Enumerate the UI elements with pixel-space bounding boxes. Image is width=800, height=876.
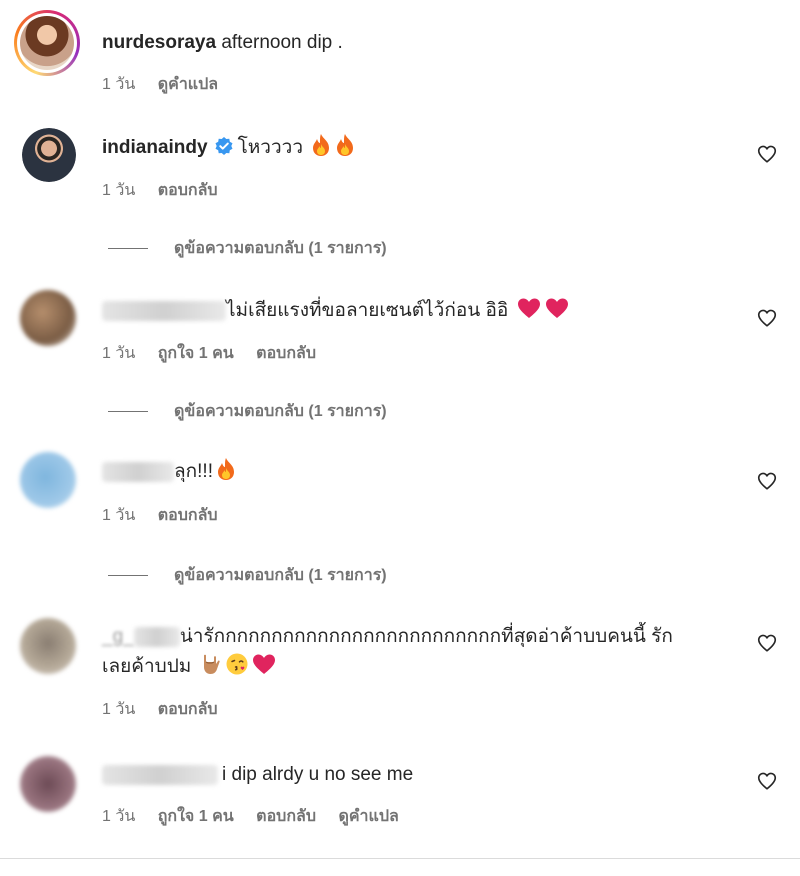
comment-text-line: ไม่เสียแรงที่ขอลายเซนต์ไว้ก่อน อิอิ (102, 296, 570, 326)
verified-badge-icon (215, 137, 233, 155)
fire-emoji-icon (217, 458, 234, 480)
hidden-username[interactable] (102, 300, 226, 321)
likes-count[interactable]: ถูกใจ 1 คน (158, 808, 234, 825)
comment-meta: 1 วัน ถูกใจ 1 คน ตอบกลับ ดูคำแปล (102, 804, 417, 829)
comment-text-line: ลุก!!! (102, 457, 237, 487)
view-replies-label: ดูข้อความตอบกลับ (1 รายการ) (174, 567, 387, 584)
replies-divider-line (108, 575, 148, 577)
hidden-username[interactable] (102, 764, 218, 785)
like-heart-icon[interactable] (756, 770, 778, 792)
comment-meta: 1 วัน ตอบกลับ (102, 697, 236, 722)
comment-time: 1 วัน (102, 507, 136, 524)
like-heart-icon[interactable] (756, 143, 778, 165)
comment-meta: 1 วัน ตอบกลับ (102, 503, 236, 528)
comment-text-line-2: เลยค้าบปม (102, 652, 277, 682)
comment-time: 1 วัน (102, 345, 136, 362)
reply-button[interactable]: ตอบกลับ (158, 182, 218, 199)
avatar[interactable] (20, 290, 76, 346)
comment-text: afternoon dip . (221, 32, 343, 53)
see-translation-button[interactable]: ดูคำแปล (338, 808, 398, 825)
avatar[interactable] (20, 756, 76, 812)
fire-emoji-icon (337, 134, 354, 156)
hidden-username[interactable] (133, 626, 180, 647)
reply-button[interactable]: ตอบกลับ (256, 345, 316, 362)
comment-text: น่ารักกกกกกกกกกกกกกกกกกกกกกกกกที่สุดอ่าค… (179, 626, 673, 647)
comment-meta: 1 วัน ดูคำแปล (102, 72, 236, 97)
view-replies-label: ดูข้อความตอบกลับ (1 รายการ) (174, 403, 387, 420)
red-heart-emoji-icon (252, 654, 275, 674)
comment-text: โหวววว (237, 137, 303, 158)
comment-time: 1 วัน (102, 76, 136, 93)
partial-username[interactable]: _g_ (102, 626, 134, 647)
username[interactable]: indianaindy (102, 137, 208, 158)
comment-text-line: indianaindy โหวววว (102, 133, 356, 163)
comment-time: 1 วัน (102, 701, 136, 718)
comment-text: i dip alrdy u no see me (222, 764, 414, 785)
avatar[interactable] (20, 618, 76, 674)
bottom-divider (0, 858, 800, 859)
likes-count[interactable]: ถูกใจ 1 คน (158, 345, 234, 362)
like-heart-icon[interactable] (756, 307, 778, 329)
hidden-username[interactable] (102, 461, 174, 482)
view-replies-button[interactable]: ดูข้อความตอบกลับ (1 รายการ) (108, 563, 387, 588)
comment-time: 1 วัน (102, 182, 136, 199)
love-you-gesture-emoji-icon (203, 654, 220, 674)
comment-text-line: _g_ น่ารักกกกกกกกกกกกกกกกกกกกกกกกกที่สุดอ… (102, 622, 673, 652)
comment-text-line: i dip alrdy u no see me (102, 760, 413, 790)
comment-meta: 1 วัน ตอบกลับ (102, 178, 236, 203)
reply-button[interactable]: ตอบกลับ (158, 507, 218, 524)
comment-meta: 1 วัน ถูกใจ 1 คน ตอบกลับ (102, 341, 334, 366)
comment-text-line: nurdesoraya afternoon dip . (102, 28, 343, 58)
see-translation-button[interactable]: ดูคำแปล (158, 76, 218, 93)
reply-button[interactable]: ตอบกลับ (256, 808, 316, 825)
face-blowing-kiss-emoji-icon (226, 653, 248, 675)
username[interactable]: nurdesoraya (102, 32, 216, 53)
view-replies-button[interactable]: ดูข้อความตอบกลับ (1 รายการ) (108, 236, 387, 261)
view-replies-button[interactable]: ดูข้อความตอบกลับ (1 รายการ) (108, 399, 387, 424)
avatar[interactable] (20, 452, 76, 508)
reply-button[interactable]: ตอบกลับ (158, 701, 218, 718)
comment-time: 1 วัน (102, 808, 136, 825)
replies-divider-line (108, 411, 148, 413)
comment-text-continued: เลยค้าบปม (102, 656, 192, 677)
view-replies-label: ดูข้อความตอบกลับ (1 รายการ) (174, 240, 387, 257)
avatar[interactable] (14, 10, 80, 76)
comment-text: ลุก!!! (174, 461, 213, 482)
red-heart-emoji-icon (517, 298, 540, 318)
comment-text: ไม่เสียแรงที่ขอลายเซนต์ไว้ก่อน อิอิ (226, 300, 509, 321)
like-heart-icon[interactable] (756, 470, 778, 492)
like-heart-icon[interactable] (756, 632, 778, 654)
red-heart-emoji-icon (545, 298, 568, 318)
replies-divider-line (108, 248, 148, 250)
avatar[interactable] (22, 128, 76, 182)
fire-emoji-icon (313, 134, 330, 156)
